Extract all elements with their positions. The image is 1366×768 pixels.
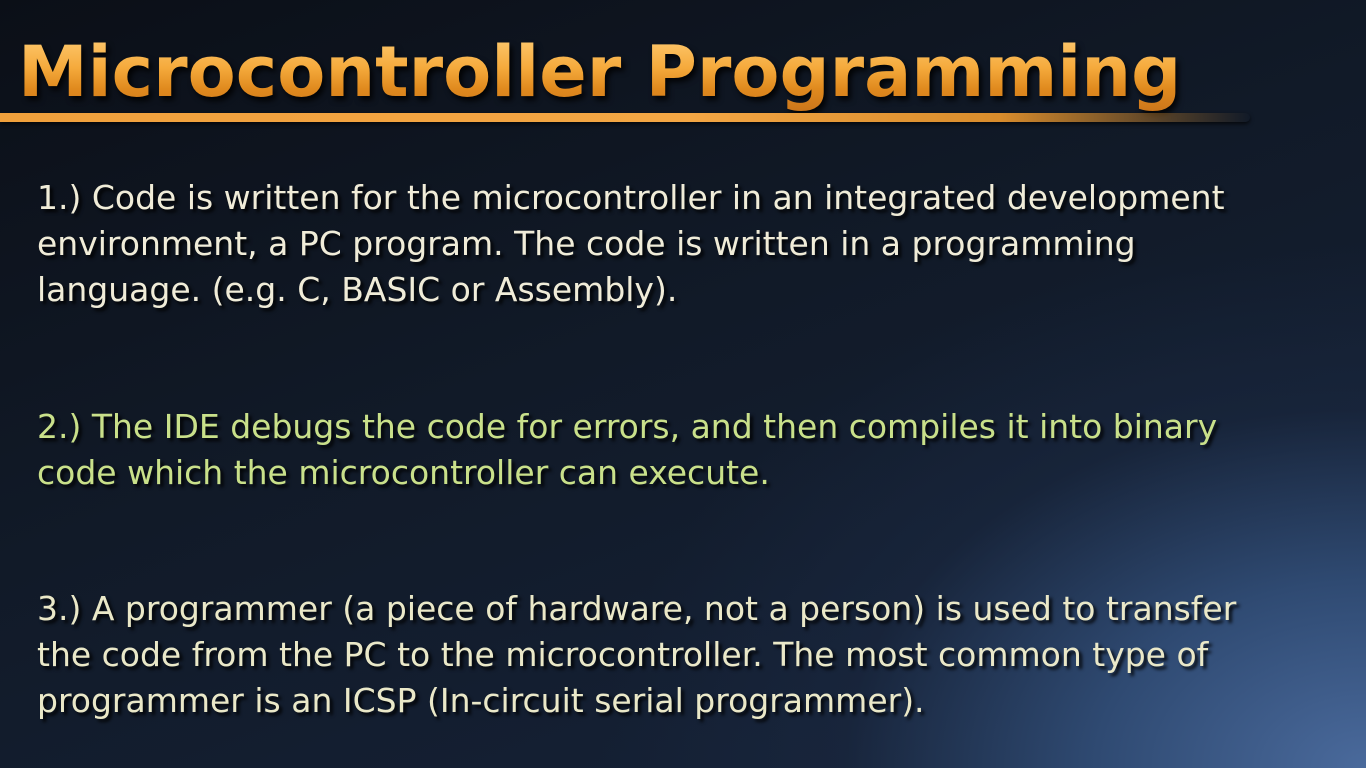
point-2: 2.) The IDE debugs the code for errors, … <box>37 404 1337 496</box>
point-1: 1.) Code is written for the microcontrol… <box>37 175 1337 313</box>
title-underline <box>0 113 1250 122</box>
point-3-line-1: 3.) A programmer (a piece of hardware, n… <box>37 589 1237 628</box>
point-1-line-3: language. (e.g. C, BASIC or Assembly). <box>37 270 678 309</box>
point-1-line-1: 1.) Code is written for the microcontrol… <box>37 178 1225 217</box>
slide-title: Microcontroller Programming <box>18 31 1182 113</box>
point-2-line-1: 2.) The IDE debugs the code for errors, … <box>37 407 1218 446</box>
point-3-line-2: the code from the PC to the microcontrol… <box>37 635 1209 674</box>
point-3-line-3: programmer is an ICSP (In-circuit serial… <box>37 681 925 720</box>
slide: Microcontroller Programming 1.) Code is … <box>0 0 1366 768</box>
point-3: 3.) A programmer (a piece of hardware, n… <box>37 586 1337 724</box>
point-1-line-2: environment, a PC program. The code is w… <box>37 224 1136 263</box>
point-2-line-2: code which the microcontroller can execu… <box>37 453 770 492</box>
